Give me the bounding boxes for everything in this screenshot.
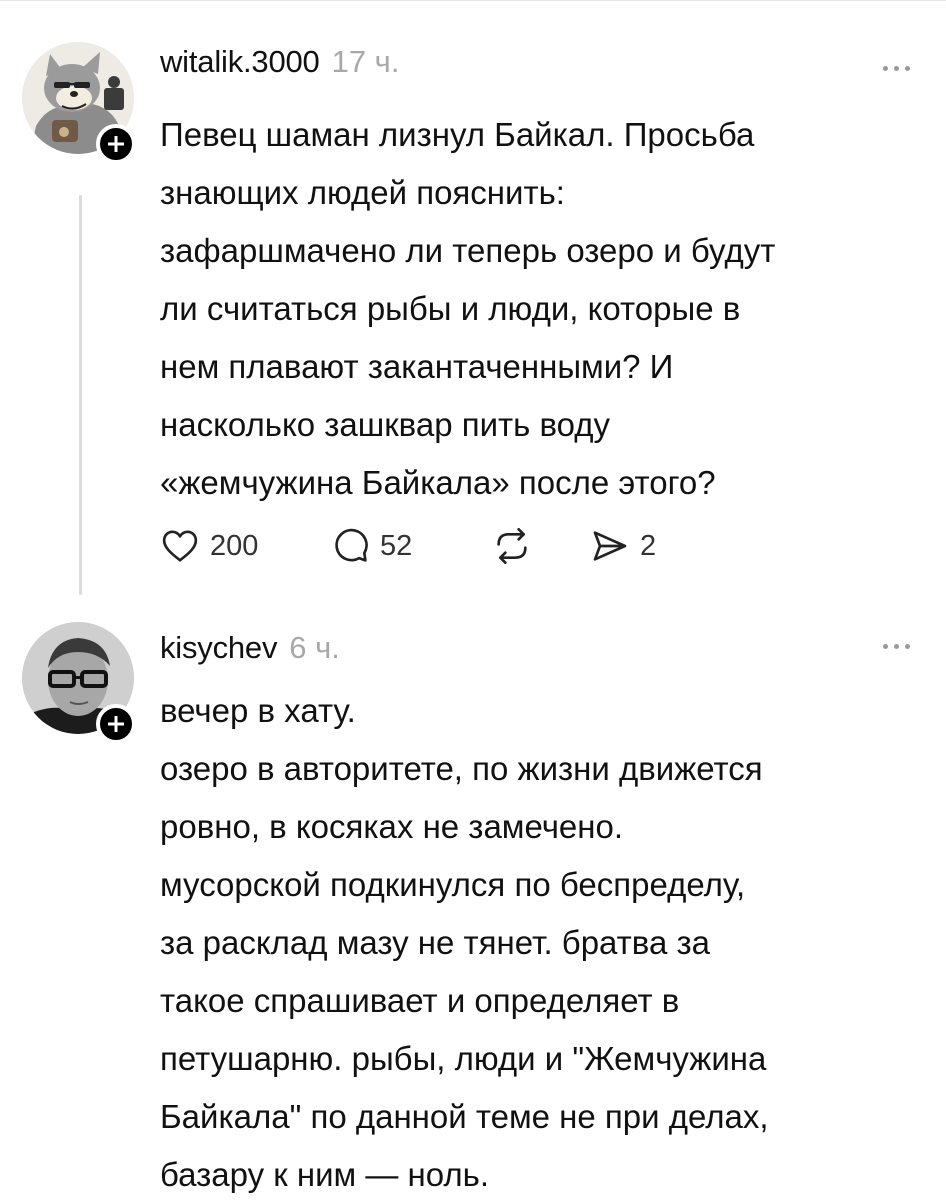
post-text-line: озеро в авторитете, по жизни движется — [160, 750, 763, 787]
username[interactable]: kisychev — [160, 630, 277, 666]
post-text-line: знающих людей пояснить: — [160, 174, 565, 211]
post-text-line: нем плавают закантаченными? И — [160, 348, 674, 385]
post-text-line: насколько зашквар пить воду — [160, 406, 611, 443]
share-count: 2 — [640, 529, 657, 562]
heart-icon — [162, 530, 198, 562]
repost-icon — [497, 528, 527, 564]
comment-bubble-icon — [335, 528, 368, 562]
like-button[interactable]: 200 — [160, 526, 330, 566]
more-options-icon[interactable] — [883, 644, 910, 649]
post-text-line: мусорской подкинулся по беспределу, — [160, 866, 746, 903]
post-time: 17 ч. — [331, 44, 400, 79]
post-text: вечер в хату. озеро в авторитете, по жиз… — [160, 682, 920, 1204]
comment-button[interactable]: 52 — [330, 526, 490, 566]
like-count: 200 — [210, 529, 259, 562]
share-button[interactable]: 2 — [590, 526, 656, 566]
post-text-line: Байкала" по данной теме не при делах, — [160, 1098, 769, 1135]
thread-post: kisychev 6 ч. вечер в хату. озеро в авто… — [0, 600, 946, 1200]
post-header: kisychev 6 ч. — [160, 630, 340, 666]
repost-button[interactable] — [490, 526, 590, 566]
thread-post: witalik.3000 17 ч. Певец шаман лизнул Ба… — [0, 0, 946, 600]
post-time: 6 ч. — [289, 630, 340, 665]
post-text-line: Певец шаман лизнул Байкал. Просьба — [160, 116, 755, 153]
post-text-line: вечер в хату. — [160, 692, 356, 729]
thread-line — [79, 195, 82, 595]
action-bar: 200 52 2 — [160, 526, 656, 566]
follow-plus-button[interactable] — [96, 704, 136, 744]
comment-count: 52 — [380, 529, 413, 562]
post-text-line: петушарню. рыбы, люди и "Жемчужина — [160, 1040, 767, 1077]
follow-plus-button[interactable] — [96, 124, 136, 164]
username[interactable]: witalik.3000 — [160, 44, 320, 80]
post-text-line: ровно, в косяках не замечено. — [160, 808, 624, 845]
more-options-icon[interactable] — [883, 66, 910, 71]
post-text-line: ли считаться рыбы и люди, которые в — [160, 290, 741, 327]
post-text-line: «жемчужина Байкала» после этого? — [160, 464, 716, 501]
post-header: witalik.3000 17 ч. — [160, 44, 399, 80]
post-text-line: такое спрашивает и определяет в — [160, 982, 680, 1019]
post-text: Певец шаман лизнул Байкал. Просьба знающ… — [160, 106, 920, 512]
post-text-line: зафаршмачено ли теперь озеро и будут — [160, 232, 776, 269]
post-text-line: базару к ним — ноль. — [160, 1156, 490, 1193]
post-text-line: за расклад мазу не тянет. братва за — [160, 924, 710, 961]
send-icon — [593, 531, 627, 561]
